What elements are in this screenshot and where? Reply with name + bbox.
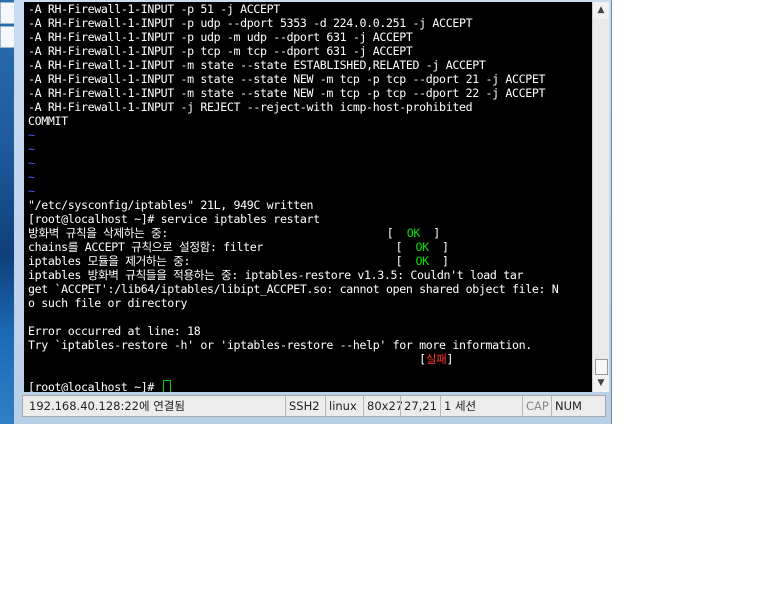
terminal-line-text: [root@localhost ~]# bbox=[28, 380, 161, 392]
status-terminal-type: linux bbox=[325, 396, 360, 416]
status-fail-text: 실패 bbox=[425, 352, 447, 366]
terminal-line-text: ~ bbox=[28, 170, 35, 184]
terminal-line-text: -A RH-Firewall-1-INPUT -p udp --dport 53… bbox=[28, 16, 473, 30]
terminal-screen[interactable]: -A RH-Firewall-1-INPUT -p 51 -j ACCEPT -A… bbox=[24, 2, 592, 392]
terminal-line-bracket: ] bbox=[419, 226, 440, 240]
terminal-line: Try `iptables-restore -h' or 'iptables-r… bbox=[24, 338, 592, 352]
status-sessions: 1 세션 bbox=[440, 396, 479, 416]
terminal-line-text: iptables 방화벽 규칙들을 적용하는 중: iptables-resto… bbox=[28, 268, 524, 282]
scroll-up-icon[interactable]: ▲ bbox=[593, 2, 609, 19]
terminal-line: o such file or directory bbox=[24, 296, 592, 310]
terminal-line-text: ~ bbox=[28, 128, 35, 142]
terminal-line: [root@localhost ~]# service iptables res… bbox=[24, 212, 592, 226]
status-cursor-position: 27,21 bbox=[400, 396, 440, 416]
terminal-line-text: -A RH-Firewall-1-INPUT -m state --state … bbox=[28, 72, 546, 86]
terminal-line: -A RH-Firewall-1-INPUT -m state --state … bbox=[24, 58, 592, 72]
status-ok-text: OK bbox=[406, 226, 421, 240]
terminal-line-text: chains를 ACCEPT 규칙으로 설정함: filter [ bbox=[28, 240, 416, 254]
status-connection: 192.168.40.128:22에 연결됨 bbox=[29, 399, 185, 413]
terminal-line-text: ~ bbox=[28, 156, 35, 170]
terminal-line: [실패] bbox=[24, 352, 592, 366]
terminal-line: 방화벽 규칙을 삭제하는 중: [ OK ] bbox=[24, 226, 592, 240]
terminal-line: iptables 모듈을 제거하는 중: [ OK ] bbox=[24, 254, 592, 268]
vertical-scrollbar[interactable]: ▲ ▼ bbox=[592, 2, 609, 392]
terminal-line-text: -A RH-Firewall-1-INPUT -p tcp -m tcp --d… bbox=[28, 44, 413, 58]
terminal-line-text: -A RH-Firewall-1-INPUT -m state --state … bbox=[28, 86, 546, 100]
terminal-line: -A RH-Firewall-1-INPUT -p 51 -j ACCEPT bbox=[24, 2, 592, 16]
status-ok-text: OK bbox=[415, 240, 430, 254]
terminal-line-text: iptables 모듈을 제거하는 중: [ bbox=[28, 254, 416, 268]
terminal-line: ~ bbox=[24, 128, 592, 142]
terminal-line-text: o such file or directory bbox=[28, 296, 188, 310]
terminal-line-text: get `ACCPET':/lib64/iptables/libipt_ACCP… bbox=[28, 282, 559, 296]
terminal-line-text: COMMIT bbox=[28, 114, 68, 128]
terminal-line: ~ bbox=[24, 170, 592, 184]
terminal-line-text: [root@localhost ~]# service iptables res… bbox=[28, 212, 320, 226]
terminal-line-text: ~ bbox=[28, 184, 35, 198]
terminal-line: Error occurred at line: 18 bbox=[24, 324, 592, 338]
ssh-client-window: -A RH-Firewall-1-INPUT -p 51 -j ACCEPT -A… bbox=[14, 0, 612, 424]
terminal-line: [root@localhost ~]# bbox=[24, 380, 592, 392]
terminal-line: -A RH-Firewall-1-INPUT -p udp -m udp --d… bbox=[24, 30, 592, 44]
terminal-line-bracket: ] bbox=[428, 254, 449, 268]
terminal-line: ~ bbox=[24, 142, 592, 156]
status-ok-text: OK bbox=[415, 254, 430, 268]
scroll-thumb[interactable] bbox=[595, 359, 608, 375]
scroll-down-icon[interactable]: ▼ bbox=[593, 375, 609, 392]
status-protocol: SSH2 bbox=[285, 396, 323, 416]
terminal-line-text: Error occurred at line: 18 bbox=[28, 324, 201, 338]
terminal-line: iptables 방화벽 규칙들을 적용하는 중: iptables-resto… bbox=[24, 268, 592, 282]
terminal-line: -A RH-Firewall-1-INPUT -p tcp -m tcp --d… bbox=[24, 44, 592, 58]
terminal-line-text: 방화벽 규칙을 삭제하는 중: [ bbox=[28, 226, 407, 240]
terminal-line-text: Try `iptables-restore -h' or 'iptables-r… bbox=[28, 338, 532, 352]
terminal-line-text: [ bbox=[28, 352, 426, 366]
terminal-line: -A RH-Firewall-1-INPUT -m state --state … bbox=[24, 86, 592, 100]
terminal-line: ~ bbox=[24, 184, 592, 198]
terminal-line-bracket: ] bbox=[446, 352, 454, 366]
terminal-line-text: ~ bbox=[28, 142, 35, 156]
terminal-line-text: "/etc/sysconfig/iptables" 21L, 949C writ… bbox=[28, 198, 314, 212]
terminal-line-text: -A RH-Firewall-1-INPUT -p 51 -j ACCEPT bbox=[28, 2, 280, 16]
terminal-line: -A RH-Firewall-1-INPUT -m state --state … bbox=[24, 72, 592, 86]
terminal-line-text: -A RH-Firewall-1-INPUT -p udp -m udp --d… bbox=[28, 30, 413, 44]
terminal-line: COMMIT bbox=[24, 114, 592, 128]
status-bar: 192.168.40.128:22에 연결됨 SSH2 linux 80x27 … bbox=[22, 395, 606, 417]
terminal-line: -A RH-Firewall-1-INPUT -j REJECT --rejec… bbox=[24, 100, 592, 114]
terminal-line: ~ bbox=[24, 156, 592, 170]
terminal-cursor bbox=[162, 380, 171, 392]
terminal-line: "/etc/sysconfig/iptables" 21L, 949C writ… bbox=[24, 198, 592, 212]
terminal-line-text: -A RH-Firewall-1-INPUT -m state --state … bbox=[28, 58, 486, 72]
status-num-lock: NUM bbox=[551, 396, 585, 416]
terminal-line: get `ACCPET':/lib64/iptables/libipt_ACCP… bbox=[24, 282, 592, 296]
terminal-line: chains를 ACCEPT 규칙으로 설정함: filter [ OK ] bbox=[24, 240, 592, 254]
status-caps-lock: CAP bbox=[522, 396, 552, 416]
terminal-line-text: -A RH-Firewall-1-INPUT -j REJECT --rejec… bbox=[28, 100, 473, 114]
terminal-line: -A RH-Firewall-1-INPUT -p udp --dport 53… bbox=[24, 16, 592, 30]
terminal-line-bracket: ] bbox=[428, 240, 449, 254]
